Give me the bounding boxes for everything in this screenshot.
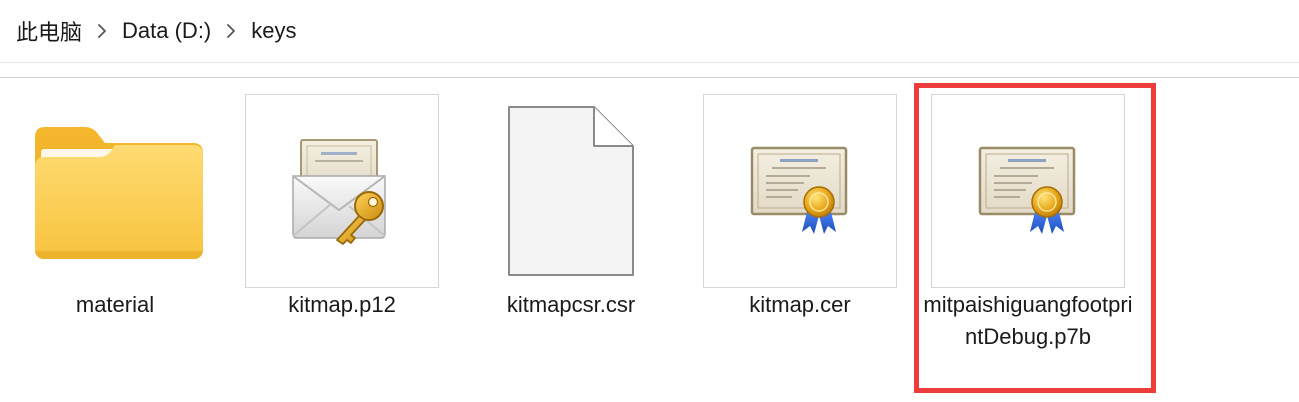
file-name: kitmap.p12 [288, 292, 396, 317]
breadcrumb-item-keys[interactable]: keys [249, 14, 298, 48]
breadcrumb-item-data-drive[interactable]: Data (D:) [120, 14, 213, 48]
file-name: mitpaishiguangfootprintDebug.p7b [923, 292, 1133, 349]
file-name: material [75, 292, 155, 317]
file-name: kitmap.cer [749, 292, 851, 317]
divider [0, 77, 1299, 78]
file-name: kitmapcsr.csr [506, 292, 636, 317]
blank-file-icon [508, 106, 634, 276]
breadcrumb: 此电脑 Data (D:) keys [0, 0, 1299, 62]
file-thumbnail[interactable] [703, 94, 897, 288]
chevron-right-icon [90, 24, 114, 38]
file-thumbnail[interactable] [931, 94, 1125, 288]
divider [0, 62, 1299, 63]
folder-icon [35, 127, 203, 259]
certificate-icon [978, 146, 1076, 234]
breadcrumb-item-this-pc[interactable]: 此电脑 [14, 11, 84, 51]
chevron-right-icon [219, 24, 243, 38]
file-thumbnail[interactable] [474, 94, 668, 288]
file-thumbnail[interactable] [245, 94, 439, 288]
certificate-icon [750, 146, 848, 234]
personal-certificate-key-icon [292, 139, 386, 245]
file-thumbnail[interactable] [18, 94, 212, 288]
